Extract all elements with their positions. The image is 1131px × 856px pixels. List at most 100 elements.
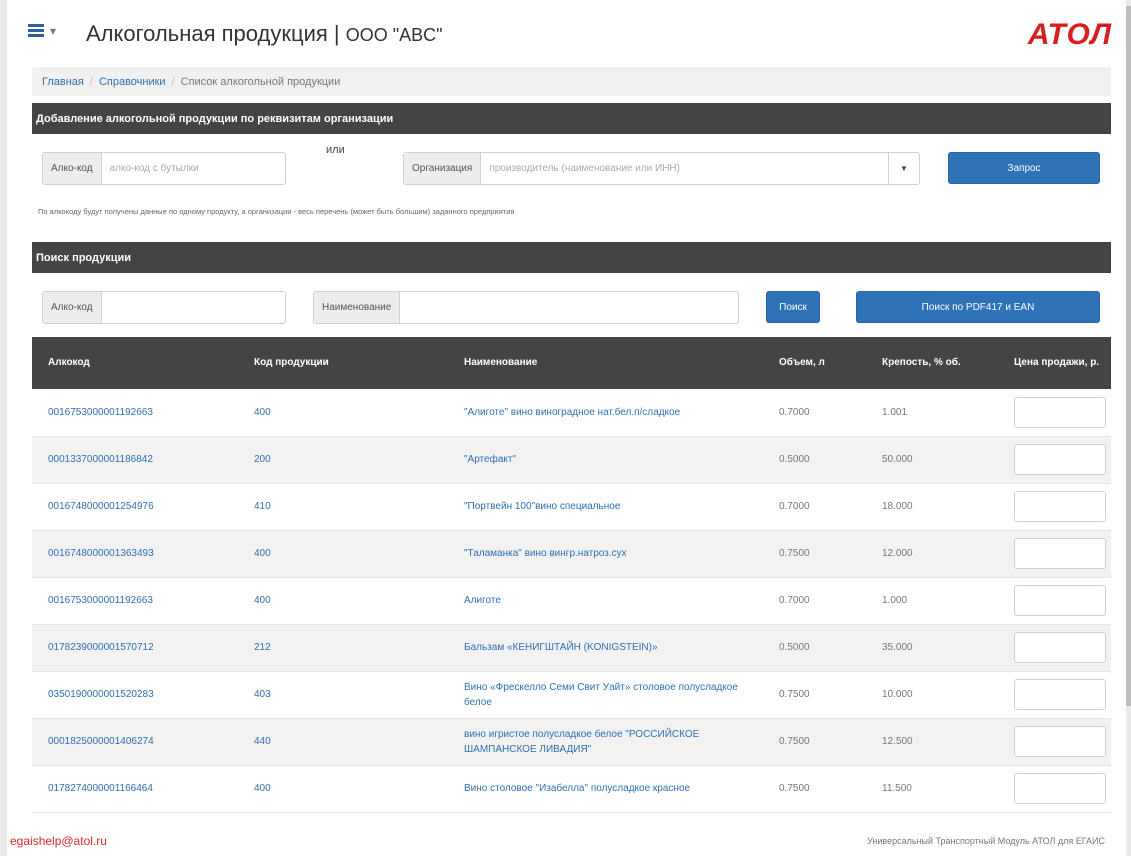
product-name-cell[interactable]: "Артефакт" (448, 436, 763, 483)
window-left-edge (0, 0, 7, 856)
product-code-cell[interactable]: 403 (238, 671, 448, 718)
scrollbar-thumb[interactable] (1126, 6, 1131, 706)
price-cell (1008, 483, 1111, 530)
product-name-cell[interactable]: "Алиготе" вино виноградное нат.бел.п/сла… (448, 389, 763, 436)
column-header-alcocode[interactable]: Алкокод (32, 337, 238, 389)
volume-cell: 0.5000 (779, 642, 810, 653)
strength-cell: 10.000 (882, 689, 913, 700)
breadcrumb-directories[interactable]: Справочники (99, 76, 166, 88)
price-cell (1008, 530, 1111, 577)
product-code-cell[interactable]: 400 (238, 765, 448, 812)
scrollbar[interactable] (1126, 0, 1131, 856)
alcocode-cell[interactable]: 0178274000001166464 (32, 765, 238, 812)
product-name-cell[interactable]: Вино «Фрескелло Семи Свит Уайт» столовое… (448, 671, 763, 718)
organization-name: ООО "ABC" (345, 25, 443, 45)
alcocode-cell[interactable]: 0016748000001254976 (32, 483, 238, 530)
search-button[interactable]: Поиск (766, 291, 820, 323)
alcocode-cell[interactable]: 0001825000001406274 (32, 718, 238, 765)
table-row[interactable]: 0178274000001166464 400 Вино столовое "И… (32, 765, 1111, 812)
breadcrumb-home[interactable]: Главная (42, 76, 84, 88)
dropdown-caret-icon[interactable]: ▼ (888, 153, 919, 184)
price-input[interactable] (1014, 679, 1106, 710)
product-name-cell[interactable]: "Портвейн 100"вино специальное (448, 483, 763, 530)
page-title-text: Алкогольная продукция | (86, 21, 340, 46)
footer-product-name: Универсальный Транспортный Модуль АТОЛ д… (867, 836, 1105, 846)
product-name-cell[interactable]: вино игристое полусладкое белое "РОССИЙС… (448, 718, 763, 765)
volume-cell: 0.7500 (779, 689, 810, 700)
pdf417-ean-search-button[interactable]: Поиск по PDF417 и EAN (856, 291, 1100, 323)
alcocode-search-input[interactable] (101, 292, 285, 323)
alcocode-request-input[interactable] (101, 153, 285, 184)
search-section-title: Поиск продукции (36, 251, 132, 264)
add-product-section-title: Добавление алкогольной продукции по рекв… (36, 112, 394, 125)
name-search-input[interactable] (400, 292, 738, 323)
alcocode-request-label: Алко-код (43, 153, 102, 184)
breadcrumb-separator: / (171, 75, 175, 88)
product-code-cell[interactable]: 400 (238, 577, 448, 624)
product-code-cell[interactable]: 212 (238, 624, 448, 671)
table-row[interactable]: 0016753000001192663 400 Алиготе 0.7000 1… (32, 577, 1111, 624)
price-input[interactable] (1014, 726, 1106, 757)
breadcrumb: Главная / Справочники / Список алкогольн… (32, 67, 1111, 96)
column-header-name[interactable]: Наименование (448, 337, 763, 389)
support-email-link[interactable]: egaishelp@atol.ru (10, 834, 107, 848)
alcocode-cell[interactable]: 0001337000001186842 (32, 436, 238, 483)
product-code-cell[interactable]: 200 (238, 436, 448, 483)
product-code-cell[interactable]: 400 (238, 530, 448, 577)
price-cell (1008, 765, 1111, 812)
volume-cell: 0.5000 (779, 454, 810, 465)
strength-cell: 18.000 (882, 501, 913, 512)
alcocode-cell[interactable]: 0016753000001192663 (32, 577, 238, 624)
breadcrumb-separator: / (89, 75, 93, 88)
table-header-row: Алкокод Код продукции Наименование Объем… (32, 337, 1111, 389)
product-name-cell[interactable]: Алиготе (448, 577, 763, 624)
price-input[interactable] (1014, 491, 1106, 522)
organization-input[interactable] (481, 153, 888, 184)
strength-cell: 12.000 (882, 548, 913, 559)
alcocode-cell[interactable]: 0016748000001363493 (32, 530, 238, 577)
volume-cell: 0.7000 (779, 595, 810, 606)
price-input[interactable] (1014, 538, 1106, 569)
price-input[interactable] (1014, 585, 1106, 616)
volume-cell: 0.7000 (779, 406, 810, 418)
table-row[interactable]: 0178239000001570712 212 Бальзам «КЕНИГШТ… (32, 624, 1111, 671)
strength-cell: 50.000 (882, 454, 913, 465)
table-row[interactable]: 0001337000001186842 200 "Артефакт" 0.500… (32, 436, 1111, 483)
volume-cell: 0.7500 (779, 548, 810, 559)
price-input[interactable] (1014, 773, 1106, 804)
column-header-strength[interactable]: Крепость, % об. (866, 337, 1008, 389)
volume-cell: 0.7000 (779, 501, 810, 512)
product-name-cell[interactable]: Бальзам «КЕНИГШТАЙН (KONIGSTEIN)» (448, 624, 763, 671)
organization-select-group[interactable]: Организация ▼ (403, 152, 920, 185)
search-section-header: Поиск продукции (32, 242, 1111, 273)
column-header-volume[interactable]: Объем, л (763, 337, 866, 389)
table-row[interactable]: 0016753000001192663 400 "Алиготе" вино в… (32, 389, 1111, 436)
table-row[interactable]: 0016748000001254976 410 "Портвейн 100"ви… (32, 483, 1111, 530)
strength-cell: 12.500 (882, 736, 913, 747)
table-row[interactable]: 0350190000001520283 403 Вино «Фрескелло … (32, 671, 1111, 718)
request-button[interactable]: Запрос (948, 152, 1100, 184)
price-input[interactable] (1014, 396, 1106, 428)
table-row[interactable]: 0016748000001363493 400 "Таламанка" вино… (32, 530, 1111, 577)
product-code-cell[interactable]: 440 (238, 718, 448, 765)
price-cell (1008, 671, 1111, 718)
product-code-cell[interactable]: 400 (238, 389, 448, 436)
price-input[interactable] (1014, 444, 1106, 475)
volume-cell: 0.7500 (779, 736, 810, 747)
alcocode-cell[interactable]: 0178239000001570712 (32, 624, 238, 671)
alcocode-cell[interactable]: 0016753000001192663 (32, 389, 238, 436)
alcocode-cell[interactable]: 0350190000001520283 (32, 671, 238, 718)
price-input[interactable] (1014, 632, 1106, 663)
name-search-label: Наименование (314, 292, 401, 323)
menu-button[interactable]: ▾ (28, 24, 56, 37)
product-name-cell[interactable]: Вино столовое "Изабелла" полусладкое кра… (448, 765, 763, 812)
alcocode-search-group: Алко-код (42, 291, 286, 324)
products-table-container[interactable]: Алкокод Код продукции Наименование Объем… (32, 337, 1111, 817)
table-row[interactable]: 0001825000001406274 440 вино игристое по… (32, 718, 1111, 765)
column-header-product-code[interactable]: Код продукции (238, 337, 448, 389)
column-header-price[interactable]: Цена продажи, р. (1008, 337, 1111, 389)
app-header: ▾ Алкогольная продукция | ООО "ABC" АТОЛ (28, 16, 1118, 60)
or-label: или (326, 144, 345, 156)
product-code-cell[interactable]: 410 (238, 483, 448, 530)
product-name-cell[interactable]: "Таламанка" вино вингр.натроз.сух (448, 530, 763, 577)
